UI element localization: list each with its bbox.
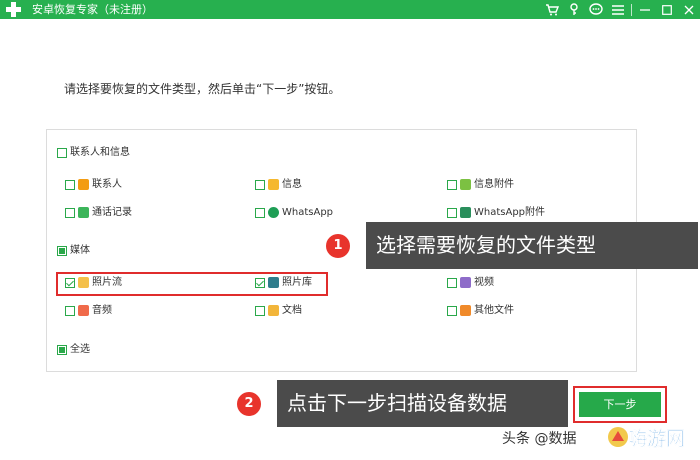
whatsapp-attachments-label: WhatsApp附件 <box>474 207 546 218</box>
watermark-site: 嗨游网 <box>628 428 686 450</box>
maximize-icon[interactable] <box>656 0 678 19</box>
group-media-label: 媒体 <box>70 245 90 256</box>
select-all-checkbox[interactable] <box>57 345 67 355</box>
photo-selection-highlight <box>56 272 328 296</box>
cart-icon[interactable] <box>541 0 563 19</box>
watermark-text: 头条 @数据 <box>502 431 577 447</box>
watermark-logo-icon <box>606 425 630 449</box>
annotation-step1: 选择需要恢复的文件类型 <box>366 222 698 269</box>
next-button[interactable]: 下一步 <box>579 392 661 417</box>
other-files-label: 其他文件 <box>474 305 514 316</box>
step1-badge: 1 <box>324 232 352 260</box>
message-icon <box>268 179 279 190</box>
contacts-checkbox[interactable] <box>65 180 75 190</box>
whatsapp-attachment-icon <box>460 207 471 218</box>
window-controls <box>541 0 700 19</box>
contacts-icon <box>78 179 89 190</box>
message-attachments-label: 信息附件 <box>474 179 514 190</box>
close-icon[interactable] <box>678 0 700 19</box>
menu-icon[interactable] <box>607 0 629 19</box>
file-icon <box>460 305 471 316</box>
step2-badge: 2 <box>235 390 263 418</box>
annotation-step2: 点击下一步扫描设备数据 <box>277 380 568 427</box>
messages-label: 信息 <box>282 179 302 190</box>
video-checkbox[interactable] <box>447 278 457 288</box>
annotation-step1-text: 选择需要恢复的文件类型 <box>376 233 596 257</box>
video-icon <box>460 277 471 288</box>
annotation-step2-text: 点击下一步扫描设备数据 <box>287 391 507 415</box>
step2-number: 2 <box>244 396 254 411</box>
phone-icon <box>78 207 89 218</box>
attachment-icon <box>460 179 471 190</box>
window-title: 安卓恢复专家（未注册） <box>32 3 153 16</box>
messages-checkbox[interactable] <box>255 180 265 190</box>
audio-icon <box>78 305 89 316</box>
folder-icon <box>268 305 279 316</box>
whatsapp-checkbox[interactable] <box>255 208 265 218</box>
audio-checkbox[interactable] <box>65 306 75 316</box>
toolbar-divider <box>631 3 632 16</box>
other-files-checkbox[interactable] <box>447 306 457 316</box>
documents-checkbox[interactable] <box>255 306 265 316</box>
call-log-checkbox[interactable] <box>65 208 75 218</box>
whatsapp-attachments-checkbox[interactable] <box>447 208 457 218</box>
instruction-text: 请选择要恢复的文件类型，然后单击“下一步”按钮。 <box>64 82 341 96</box>
group-contacts-messages-label: 联系人和信息 <box>70 147 130 158</box>
audio-label: 音频 <box>92 305 112 316</box>
whatsapp-icon <box>268 207 279 218</box>
documents-label: 文档 <box>282 305 302 316</box>
minimize-icon[interactable] <box>634 0 656 19</box>
call-log-label: 通话记录 <box>92 207 132 218</box>
contacts-label: 联系人 <box>92 179 122 190</box>
group-contacts-messages-checkbox[interactable] <box>57 148 67 158</box>
step1-number: 1 <box>333 238 343 253</box>
title-bar: 安卓恢复专家（未注册） <box>0 0 700 19</box>
key-icon[interactable] <box>563 0 585 19</box>
message-attachments-checkbox[interactable] <box>447 180 457 190</box>
group-media-checkbox[interactable] <box>57 246 67 256</box>
whatsapp-label: WhatsApp <box>282 207 334 218</box>
select-all-label: 全选 <box>70 344 90 355</box>
app-logo-icon <box>6 2 21 17</box>
chat-icon[interactable] <box>585 0 607 19</box>
video-label: 视频 <box>474 277 494 288</box>
